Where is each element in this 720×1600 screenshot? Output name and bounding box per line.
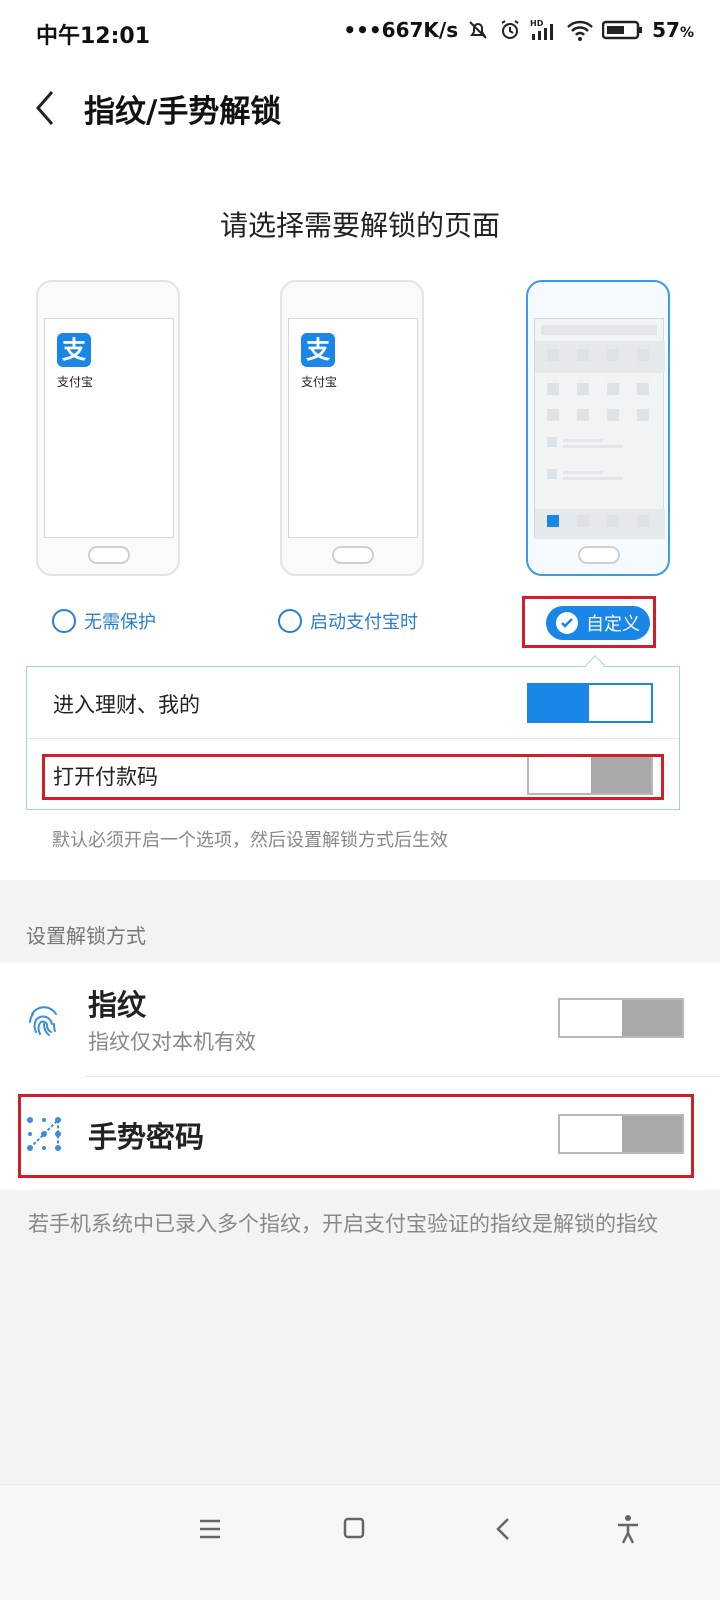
- battery-level: 57%: [652, 18, 694, 42]
- custom-hint: 默认必须开启一个选项，然后设置解锁方式后生效: [52, 830, 448, 851]
- battery-icon: [602, 20, 643, 40]
- highlight-box: [18, 1094, 694, 1178]
- phone-preview-no-protection[interactable]: 支 支付宝: [36, 280, 180, 576]
- custom-option-row-wealth: 进入理财、我的: [27, 667, 679, 739]
- app-label: 支付宝: [57, 375, 94, 389]
- home-icon[interactable]: [334, 1511, 374, 1547]
- system-nav-bar: [0, 1484, 720, 1600]
- option-label: 启动支付宝时: [310, 612, 418, 633]
- method-subtitle: 指纹仅对本机有效: [88, 1030, 256, 1054]
- hd-signal-icon: HD: [530, 19, 554, 40]
- status-bar: 中午12:01 •••667K/s HD 57%: [0, 0, 720, 64]
- back-arrow-icon[interactable]: [28, 84, 68, 132]
- phone-preview-on-launch[interactable]: 支 支付宝: [280, 280, 424, 576]
- status-icons: •••667K/s HD 57%: [343, 18, 694, 42]
- app-label: 支付宝: [301, 375, 338, 389]
- unlock-method-label: 设置解锁方式: [26, 924, 146, 948]
- alipay-logo-icon: 支: [57, 333, 91, 367]
- alarm-icon: [501, 20, 519, 39]
- option-custom[interactable]: 自定义: [546, 606, 650, 640]
- home-button-graphic: [88, 546, 130, 564]
- radio-unchecked-icon: [278, 609, 302, 633]
- mute-bell-icon: [469, 21, 487, 39]
- phone-screen: 支 支付宝: [44, 318, 174, 538]
- back-icon[interactable]: [484, 1511, 524, 1547]
- fingerprint-toggle[interactable]: [558, 998, 684, 1038]
- option-row-label: 进入理财、我的: [53, 693, 200, 717]
- svg-text:HD: HD: [530, 19, 544, 28]
- highlight-box: [42, 754, 664, 800]
- status-time: 中午12:01: [36, 24, 151, 49]
- alipay-logo-icon: 支: [301, 333, 335, 367]
- option-no-protection[interactable]: 无需保护: [52, 608, 156, 634]
- phone-screen: 支 支付宝: [288, 318, 418, 538]
- check-circle-icon: [556, 612, 578, 634]
- method-title: 指纹: [88, 988, 147, 1022]
- page-title: 指纹/手势解锁: [84, 94, 282, 130]
- radio-unchecked-icon: [52, 609, 76, 633]
- home-button-graphic: [332, 546, 374, 564]
- phone-screen-mock: [534, 318, 665, 539]
- accessibility-icon[interactable]: [608, 1511, 648, 1547]
- app-header: 指纹/手势解锁: [0, 64, 720, 154]
- fingerprint-row: 指纹 指纹仅对本机有效: [0, 962, 720, 1076]
- menu-icon[interactable]: [190, 1511, 230, 1547]
- fingerprint-icon: [29, 1006, 57, 1036]
- network-speed: •••667K/s: [343, 18, 459, 42]
- home-button-graphic: [578, 546, 620, 564]
- option-label: 自定义: [586, 614, 640, 635]
- phone-preview-custom[interactable]: [526, 280, 670, 576]
- option-label: 无需保护: [84, 612, 156, 633]
- wealth-mine-toggle[interactable]: [527, 683, 653, 723]
- wifi-icon: [567, 20, 594, 41]
- select-page-title: 请选择需要解锁的页面: [219, 209, 500, 242]
- option-on-launch[interactable]: 启动支付宝时: [278, 608, 418, 634]
- fingerprint-hint: 若手机系统中已录入多个指纹，开启支付宝验证的指纹是解锁的指纹: [28, 1212, 658, 1236]
